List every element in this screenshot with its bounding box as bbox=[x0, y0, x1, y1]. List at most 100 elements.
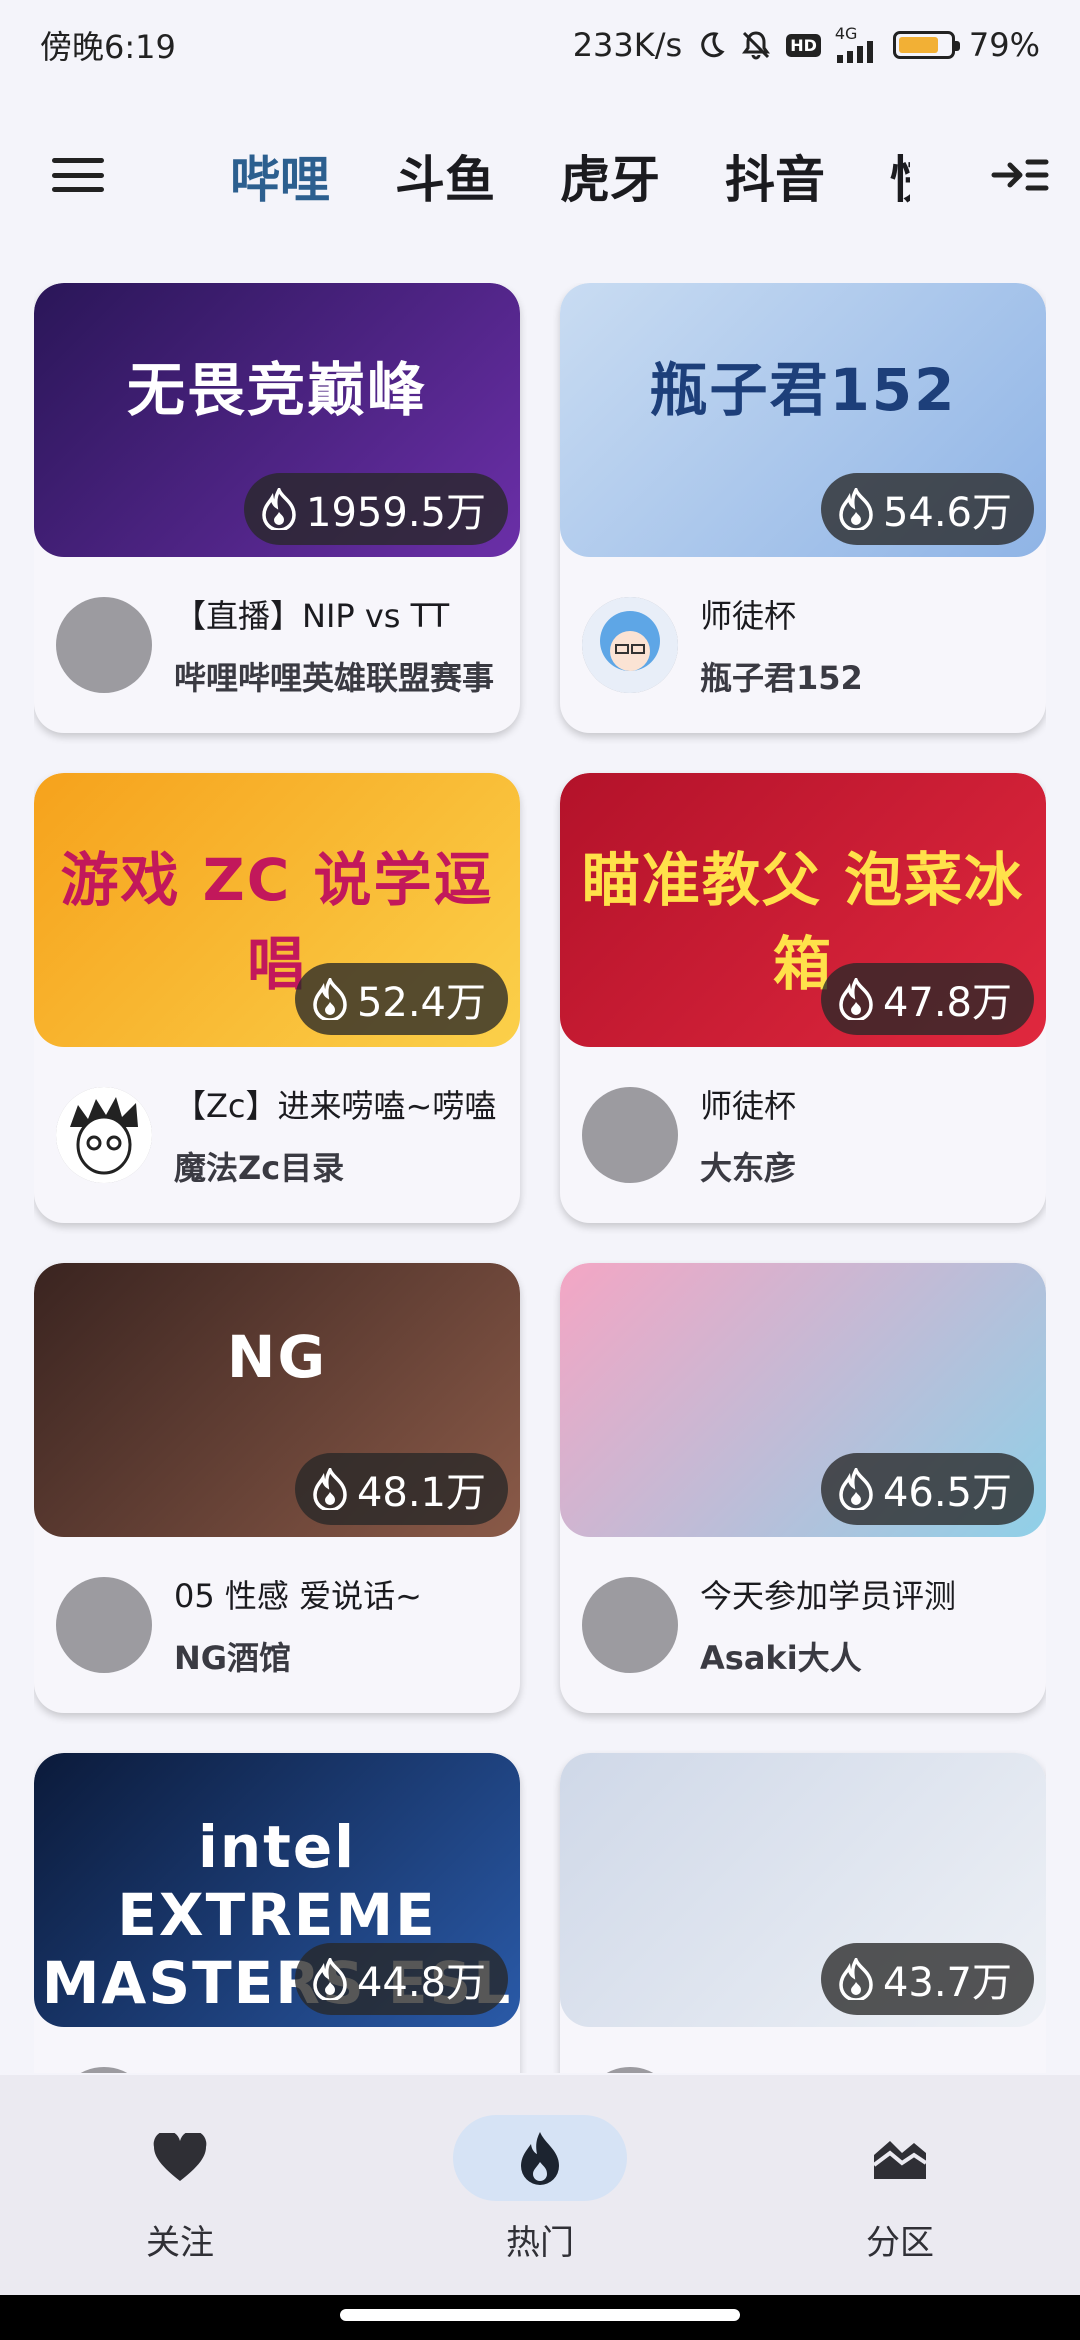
heart-icon bbox=[153, 2133, 207, 2181]
popularity-badge: 47.8万 bbox=[820, 963, 1034, 1035]
stream-title: 今天参加学员评测 bbox=[700, 1577, 957, 1615]
heat-value: 46.5万 bbox=[882, 1470, 1012, 1516]
nav-label: 关注 bbox=[146, 2223, 214, 2263]
flame-icon bbox=[262, 488, 296, 530]
battery-fill bbox=[898, 37, 939, 53]
avatar bbox=[582, 2067, 678, 2073]
stream-thumbnail[interactable]: NG 48.1万 bbox=[34, 1263, 520, 1537]
nav-category[interactable]: 分区 bbox=[720, 2075, 1080, 2295]
avatar bbox=[582, 1087, 678, 1183]
tab-label: 快 bbox=[890, 151, 910, 209]
stream-title: 【直播】NIP vs TT bbox=[174, 597, 450, 635]
flame-icon bbox=[839, 1958, 873, 2000]
avatar bbox=[582, 1577, 678, 1673]
card-info: 今天参加学员评测 Asaki大人 bbox=[560, 1537, 1046, 1713]
tab-kuaishou[interactable]: 快 bbox=[890, 140, 910, 220]
streamer-name: NG酒馆 bbox=[174, 1639, 292, 1677]
nav-label: 分区 bbox=[866, 2223, 934, 2263]
live-room-card[interactable]: 43.7万 bbox=[560, 1753, 1046, 2073]
card-info: 05 性感 爱说话~ NG酒馆 bbox=[34, 1537, 520, 1713]
flame-icon bbox=[313, 1958, 347, 2000]
nav-icon-wrap bbox=[453, 2115, 627, 2201]
gesture-handle[interactable] bbox=[340, 2309, 740, 2321]
live-room-card[interactable]: 游戏 ZC 说学逗唱 52.4万 【Zc】进来唠嗑~唠嗑 魔法Zc目录 bbox=[34, 773, 520, 1223]
nav-follow[interactable]: 关注 bbox=[0, 2075, 360, 2295]
live-room-card[interactable]: 46.5万 今天参加学员评测 Asaki大人 bbox=[560, 1263, 1046, 1713]
live-room-card[interactable]: 无畏竞巅峰 1959.5万 【直播】NIP vs TT 哔哩哔哩英雄联盟赛事 bbox=[34, 283, 520, 733]
sketch-avatar-art bbox=[56, 1087, 152, 1183]
live-room-card[interactable]: 瓶子君152 54.6万 师徒杯 瓶子君152 bbox=[560, 283, 1046, 733]
streamer-name: Asaki大人 bbox=[700, 1639, 862, 1677]
tab-label: 虎牙 bbox=[560, 151, 660, 209]
avatar bbox=[56, 1087, 152, 1183]
flame-icon bbox=[313, 1468, 347, 1510]
tab-douyu[interactable]: 斗鱼 bbox=[395, 140, 495, 220]
nav-icon-wrap bbox=[93, 2115, 267, 2201]
stream-thumbnail[interactable]: 瓶子君152 54.6万 bbox=[560, 283, 1046, 557]
signal-icon: 4G bbox=[834, 24, 879, 63]
network-label: 4G bbox=[834, 24, 858, 43]
live-room-grid: 无畏竞巅峰 1959.5万 【直播】NIP vs TT 哔哩哔哩英雄联盟赛事 瓶… bbox=[34, 283, 1046, 2073]
hd-badge: HD bbox=[786, 33, 821, 57]
stream-title: 05 性感 爱说话~ bbox=[174, 1577, 422, 1615]
stream-thumbnail[interactable]: 瞄准教父 泡菜冰箱 47.8万 bbox=[560, 773, 1046, 1047]
popularity-badge: 44.8万 bbox=[294, 1943, 508, 2015]
popularity-badge: 52.4万 bbox=[294, 963, 508, 1035]
card-info: 师徒杯 瓶子君152 bbox=[560, 557, 1046, 733]
nav-label: 热门 bbox=[506, 2223, 574, 2263]
gesture-bar bbox=[0, 2295, 1080, 2340]
moon-icon bbox=[696, 30, 726, 60]
card-texts: 【直播】NIP vs TT 哔哩哔哩英雄联盟赛事 bbox=[174, 591, 498, 699]
streamer-name: 哔哩哔哩英雄联盟赛事 bbox=[174, 659, 495, 697]
stream-title: 师徒杯 bbox=[700, 1087, 797, 1125]
live-room-card[interactable]: NG 48.1万 05 性感 爱说话~ NG酒馆 bbox=[34, 1263, 520, 1713]
streamer-name: 瓶子君152 bbox=[700, 659, 863, 697]
status-bar: 傍晚6:19 233K/s HD 4G 79% bbox=[0, 0, 1080, 90]
card-texts: 师徒杯 瓶子君152 bbox=[700, 591, 1024, 699]
heat-value: 1959.5万 bbox=[306, 490, 486, 536]
tab-douyin[interactable]: 抖音 bbox=[725, 140, 825, 220]
stream-thumbnail[interactable]: intel EXTREME MASTERS ESL 科隆2025 44.8万 bbox=[34, 1753, 520, 2027]
flame-icon bbox=[839, 1468, 873, 1510]
card-texts: 今天参加学员评测 Asaki大人 bbox=[700, 1571, 1024, 1679]
tab-bilibili[interactable]: 哔哩 bbox=[230, 140, 330, 220]
status-time: 傍晚6:19 bbox=[40, 28, 176, 66]
live-room-card[interactable]: 瞄准教父 泡菜冰箱 47.8万 师徒杯 大东彦 bbox=[560, 773, 1046, 1223]
thumbnail-caption: 瓶子君152 bbox=[649, 356, 957, 424]
flame-icon bbox=[313, 978, 347, 1020]
expand-icon bbox=[991, 159, 1049, 191]
flame-icon bbox=[521, 2132, 559, 2185]
stream-thumbnail[interactable]: 46.5万 bbox=[560, 1263, 1046, 1537]
tab-huya[interactable]: 虎牙 bbox=[560, 140, 660, 220]
popularity-badge: 48.1万 bbox=[294, 1453, 508, 1525]
expand-tabs-button[interactable] bbox=[990, 150, 1050, 200]
card-info bbox=[560, 2027, 1046, 2073]
nav-hot[interactable]: 热门 bbox=[360, 2075, 720, 2295]
card-texts: 师徒杯 大东彦 bbox=[700, 1081, 1024, 1189]
net-speed: 233K/s bbox=[572, 26, 683, 64]
card-info bbox=[34, 2027, 520, 2073]
avatar bbox=[56, 1577, 152, 1673]
card-info: 【直播】NIP vs TT 哔哩哔哩英雄联盟赛事 bbox=[34, 557, 520, 733]
menu-button[interactable] bbox=[50, 150, 106, 200]
status-icons: 233K/s HD 4G 79% bbox=[572, 24, 1040, 65]
nav-icon-wrap bbox=[813, 2115, 987, 2201]
flame-icon bbox=[839, 488, 873, 530]
bell-muted-icon bbox=[740, 29, 772, 61]
stream-thumbnail[interactable]: 游戏 ZC 说学逗唱 52.4万 bbox=[34, 773, 520, 1047]
heat-value: 48.1万 bbox=[356, 1470, 486, 1516]
bottom-nav: 关注 热门 分区 bbox=[0, 2075, 1080, 2295]
live-room-card[interactable]: intel EXTREME MASTERS ESL 科隆2025 44.8万 bbox=[34, 1753, 520, 2073]
thumbnail-caption: 无畏竞巅峰 bbox=[126, 356, 427, 424]
streamer-name: 魔法Zc目录 bbox=[174, 1149, 345, 1187]
stream-thumbnail[interactable]: 43.7万 bbox=[560, 1753, 1046, 2027]
battery-percent: 79% bbox=[968, 26, 1040, 64]
card-texts: 【Zc】进来唠嗑~唠嗑 魔法Zc目录 bbox=[174, 1081, 498, 1189]
stream-thumbnail[interactable]: 无畏竞巅峰 1959.5万 bbox=[34, 283, 520, 557]
tab-label: 抖音 bbox=[725, 151, 825, 209]
heat-value: 52.4万 bbox=[356, 980, 486, 1026]
category-icon bbox=[872, 2141, 928, 2179]
stream-title: 【Zc】进来唠嗑~唠嗑 bbox=[174, 1087, 497, 1125]
battery-icon bbox=[892, 31, 960, 59]
menu-line bbox=[52, 172, 104, 178]
